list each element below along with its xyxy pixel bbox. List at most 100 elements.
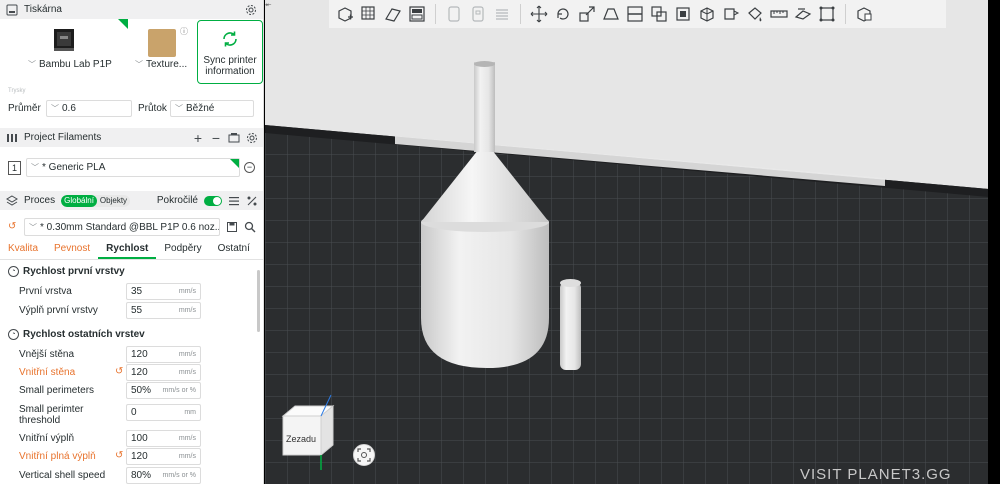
info-icon[interactable]: ⓘ — [180, 26, 188, 37]
filament-slot-number: 1 — [8, 161, 21, 175]
setting-input[interactable]: 120 mm/s — [126, 448, 201, 465]
process-preset-name: * 0.30mm Standard @BBL P1P 0.6 noz... — [40, 222, 220, 233]
split-objects-icon[interactable] — [442, 2, 466, 26]
arrange-icon[interactable] — [405, 2, 429, 26]
list-icon[interactable] — [228, 195, 240, 207]
watermark-text: VISIT PLANET3.GG — [800, 466, 952, 483]
setting-input[interactable]: 0 mm — [126, 404, 201, 421]
setting-value: 55 — [131, 305, 143, 316]
filament-select[interactable]: ﹀ * Generic PLA — [26, 158, 240, 177]
search-icon[interactable] — [244, 221, 256, 233]
bottle-model[interactable] — [421, 61, 549, 368]
setting-input[interactable]: 80% mm/s or % — [126, 467, 201, 484]
cut-icon[interactable] — [623, 2, 647, 26]
move-icon[interactable] — [527, 2, 551, 26]
setting-label: Vnitřní plná výplň — [19, 451, 96, 462]
tab-rychlost[interactable]: Rychlost — [98, 241, 157, 259]
setting-input[interactable]: 50% mm/s or % — [126, 382, 201, 399]
remove-filament-icon[interactable]: − — [210, 130, 222, 146]
color-painting-icon[interactable] — [743, 2, 767, 26]
assembly-icon[interactable] — [815, 2, 839, 26]
right-edge-strip — [988, 0, 1000, 484]
chevron-down-icon: ﹀ — [28, 60, 36, 69]
printer-icon — [6, 4, 18, 16]
save-preset-icon[interactable] — [226, 221, 238, 233]
setting-input[interactable]: 120 mm/s — [126, 346, 201, 363]
scale-icon[interactable] — [575, 2, 599, 26]
group-first-layer-title: Rychlost první vrstvy — [23, 266, 125, 277]
setting-row: Vnitřní stěna ↺ 120 mm/s — [0, 364, 263, 382]
setting-value: 100 — [131, 433, 148, 444]
process-preset-select[interactable]: ﹀ * 0.30mm Standard @BBL P1P 0.6 noz... — [24, 218, 220, 236]
support-painting-icon[interactable] — [695, 2, 719, 26]
text-emboss-icon[interactable] — [791, 2, 815, 26]
tab-pevnost[interactable]: Pevnost — [46, 241, 98, 259]
plate-preset-tile[interactable]: ⓘ ﹀ Texture... — [135, 22, 193, 84]
setting-input[interactable]: 35 mm/s — [126, 283, 201, 300]
filament-settings-gear-icon[interactable] — [246, 132, 258, 144]
scope-global[interactable]: Globální — [61, 194, 97, 207]
lay-on-face-icon[interactable] — [599, 2, 623, 26]
setting-unit: mm/s — [178, 351, 196, 358]
printer-preset-tile[interactable]: ﹀ Bambu Lab P1P — [28, 19, 128, 84]
setting-label: Vertical shell speed — [19, 470, 106, 481]
auto-orient-icon[interactable] — [381, 2, 405, 26]
setting-unit: mm/s — [178, 369, 196, 376]
rotate-icon[interactable] — [551, 2, 575, 26]
split-parts-icon[interactable] — [466, 2, 490, 26]
tab-podpery[interactable]: Podpěry — [156, 241, 209, 259]
settings-scrollbar[interactable] — [257, 270, 260, 332]
setting-unit: mm/s or % — [162, 387, 196, 394]
fit-view-button[interactable] — [353, 444, 375, 466]
nozzle-caption: Trysky — [8, 88, 26, 94]
cylinder-model[interactable] — [560, 279, 581, 370]
setting-input[interactable]: 120 mm/s — [126, 364, 201, 381]
scope-toggle[interactable]: Globální Objekty — [61, 194, 131, 207]
reset-value-icon[interactable]: ↺ — [115, 366, 123, 377]
remove-filament-slot-icon[interactable]: − — [244, 162, 255, 173]
setting-input[interactable]: 55 mm/s — [126, 302, 201, 319]
plate-name: Texture... — [146, 59, 188, 70]
diameter-value: 0.6 — [62, 103, 76, 114]
seam-painting-icon[interactable] — [719, 2, 743, 26]
setting-unit: mm/s — [178, 288, 196, 295]
reset-preset-icon[interactable]: ↺ — [8, 221, 16, 232]
flow-select[interactable]: ﹀ Běžné — [170, 100, 254, 117]
diameter-select[interactable]: ﹀ 0.6 — [46, 100, 132, 117]
group-first-layer-speed: ◔ Rychlost první vrstvy — [8, 266, 125, 277]
reset-value-icon[interactable]: ↺ — [115, 450, 123, 461]
add-plate-icon[interactable] — [357, 2, 381, 26]
scope-objects[interactable]: Objekty — [97, 195, 130, 207]
add-filament-icon[interactable]: + — [192, 130, 204, 146]
setting-label: Vnější stěna — [19, 349, 75, 360]
tab-ostatni[interactable]: Ostatní — [210, 241, 258, 259]
setting-unit: mm/s — [178, 435, 196, 442]
collapse-icon[interactable]: ⯬ — [265, 0, 271, 10]
measure-icon[interactable] — [767, 2, 791, 26]
process-section-header: Proces Globální Objekty Pokročilé — [0, 191, 263, 210]
printer-settings-gear-icon[interactable] — [245, 4, 257, 16]
compare-icon[interactable] — [246, 195, 258, 207]
filament-sync-icon[interactable] — [228, 132, 240, 144]
setting-row: První vrstva 35 mm/s — [0, 283, 263, 301]
filament-row: 1 ﹀ * Generic PLA − — [0, 158, 263, 180]
sync-printer-button[interactable]: Sync printer information — [197, 20, 263, 84]
variable-layer-height-icon[interactable] — [852, 2, 876, 26]
flow-label: Průtok — [138, 103, 167, 114]
setting-unit: mm/s — [178, 307, 196, 314]
left-sidebar: Tiskárna ﹀ Bambu Lab P1P ⓘ ﹀ Texture... Sy… — [0, 0, 264, 484]
3d-viewport[interactable]: ⯬ Zezadu VISIT PLANET3.GG — [265, 0, 1000, 484]
advanced-toggle[interactable] — [204, 195, 222, 206]
boolean-icon[interactable] — [647, 2, 671, 26]
setting-input[interactable]: 100 mm/s — [126, 430, 201, 447]
mesh-boolean-icon[interactable] — [671, 2, 695, 26]
printer-section-header: Tiskárna — [0, 0, 263, 19]
filament-icon — [6, 132, 18, 144]
tab-kvalita[interactable]: Kvalita — [0, 241, 46, 259]
build-plate — [265, 125, 1000, 484]
chevron-down-icon: ﹀ — [31, 163, 39, 172]
layer-editing-icon[interactable] — [490, 2, 514, 26]
filament-name: * Generic PLA — [42, 162, 106, 173]
group-other-layers-speed: ◔ Rychlost ostatních vrstev — [8, 329, 145, 340]
add-object-icon[interactable] — [333, 2, 357, 26]
